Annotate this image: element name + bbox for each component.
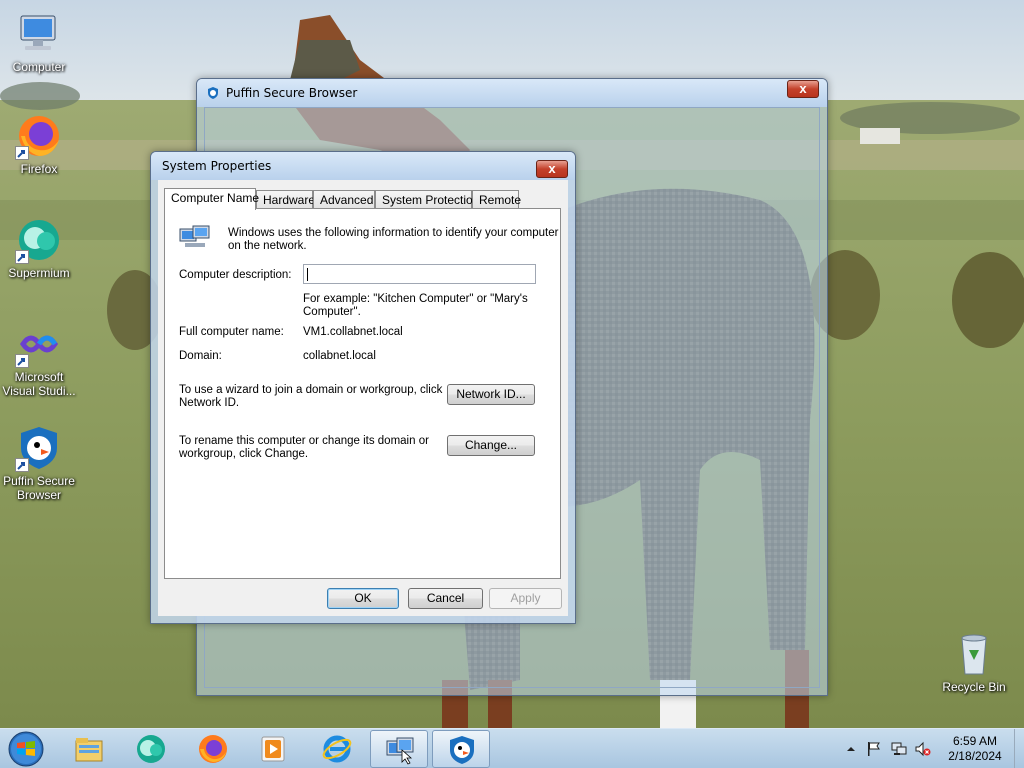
desktop-icon-label: Computer — [12, 60, 66, 74]
desktop-icon-supermium[interactable]: Supermium — [0, 216, 78, 280]
text-caret — [307, 268, 308, 282]
taskbar: 6:59 AM 2/18/2024 — [0, 728, 1024, 768]
example-text-line2: Computer". — [303, 306, 361, 318]
puffin-close-button[interactable]: x — [787, 80, 819, 98]
network-id-button[interactable]: Network ID... — [447, 384, 535, 405]
system-properties-title-bar[interactable]: System Properties x — [151, 152, 575, 180]
puffin-window-title: Puffin Secure Browser — [226, 86, 358, 100]
show-desktop-button[interactable] — [1014, 729, 1024, 768]
wizard-text-line2: Network ID. — [179, 397, 240, 409]
full-computer-name-label: Full computer name: — [179, 326, 284, 338]
action-center-flag-icon[interactable] — [866, 741, 882, 757]
system-properties-window[interactable]: System Properties x Computer Name Hardwa… — [150, 151, 576, 624]
intro-text-line1: Windows uses the following information t… — [228, 227, 559, 239]
supermium-icon — [15, 216, 63, 264]
clock-time: 6:59 AM — [952, 734, 998, 748]
computer-icon — [15, 10, 63, 58]
recycle-bin-icon — [950, 630, 998, 678]
shortcut-arrow-icon — [15, 146, 29, 160]
desktop-icon-puffin[interactable]: Puffin Secure Browser — [0, 424, 78, 502]
tab-advanced[interactable]: Advanced — [313, 190, 375, 209]
domain-value: collabnet.local — [303, 350, 376, 362]
tab-remote[interactable]: Remote — [472, 190, 521, 209]
taskbar-system-properties[interactable] — [370, 730, 428, 768]
windows-logo-icon — [8, 731, 44, 767]
firefox-icon — [15, 112, 63, 160]
system-properties-close-button[interactable]: x — [536, 160, 568, 178]
wizard-text-line1: To use a wizard to join a domain or work… — [179, 384, 443, 396]
supermium-icon — [137, 735, 165, 763]
desktop-icon-label: Firefox — [20, 162, 58, 176]
computer-name-panel: Windows uses the following information t… — [164, 208, 561, 579]
computer-description-input[interactable] — [303, 264, 536, 284]
volume-muted-icon[interactable] — [915, 741, 931, 757]
desktop-icon-label-line1: Puffin Secure — [3, 474, 75, 488]
example-text-line1: For example: "Kitchen Computer" or "Mary… — [303, 293, 528, 305]
clock[interactable]: 6:59 AM 2/18/2024 — [940, 734, 1010, 764]
shortcut-arrow-icon — [15, 250, 29, 264]
puffin-icon — [206, 86, 220, 100]
desktop-icon-computer[interactable]: Computer — [0, 10, 78, 74]
start-button[interactable] — [4, 730, 48, 768]
cancel-button[interactable]: Cancel — [408, 588, 483, 609]
network-computers-icon — [179, 225, 211, 251]
desktop-icon-label-line2: Visual Studi... — [2, 384, 76, 398]
tab-computer-name[interactable]: Computer Name — [164, 188, 259, 210]
system-properties-body: Computer Name Hardware Advanced System P… — [158, 180, 568, 616]
internet-explorer-icon — [322, 735, 352, 763]
full-computer-name-value: VM1.collabnet.local — [303, 326, 403, 338]
puffin-title-bar[interactable]: Puffin Secure Browser x — [197, 79, 827, 107]
shortcut-arrow-icon — [15, 354, 29, 368]
desktop-icon-firefox[interactable]: Firefox — [0, 112, 78, 176]
rename-text-line2: workgroup, click Change. — [179, 448, 309, 460]
rename-text-line1: To rename this computer or change its do… — [179, 435, 429, 447]
puffin-icon — [15, 424, 63, 472]
desktop-icon-recycle-bin[interactable]: Recycle Bin — [935, 630, 1013, 694]
network-icon[interactable] — [891, 741, 907, 757]
shortcut-arrow-icon — [15, 458, 29, 472]
system-properties-icon — [386, 737, 414, 765]
windows-explorer-icon — [75, 738, 103, 762]
puffin-icon — [450, 736, 474, 764]
change-button[interactable]: Change... — [447, 435, 535, 456]
desktop-icon-label: Recycle Bin — [942, 680, 1006, 694]
taskbar-internet-explorer[interactable] — [308, 730, 366, 768]
tab-hardware[interactable]: Hardware — [256, 190, 315, 209]
tab-system-protection[interactable]: System Protection — [375, 190, 479, 209]
taskbar-supermium[interactable] — [122, 730, 180, 768]
taskbar-firefox[interactable] — [184, 730, 242, 768]
desktop-icon-label: Supermium — [8, 266, 70, 280]
desktop-icon-visual-studio[interactable]: Microsoft Visual Studi... — [0, 320, 78, 398]
ok-button[interactable]: OK — [327, 588, 399, 609]
clock-date: 2/18/2024 — [948, 749, 1002, 763]
taskbar-media-player[interactable] — [244, 730, 302, 768]
visual-studio-icon — [15, 320, 63, 368]
desktop-icon-label-line1: Microsoft — [14, 370, 64, 384]
domain-label: Domain: — [179, 350, 222, 362]
show-hidden-icons[interactable] — [843, 741, 859, 757]
computer-description-label: Computer description: — [179, 269, 292, 281]
system-properties-title: System Properties — [162, 159, 272, 173]
apply-button[interactable]: Apply — [489, 588, 562, 609]
taskbar-puffin[interactable] — [432, 730, 490, 768]
firefox-icon — [199, 735, 227, 763]
media-player-icon — [261, 736, 285, 762]
taskbar-windows-explorer[interactable] — [60, 730, 118, 768]
desktop-icon-label-line2: Browser — [16, 488, 61, 502]
intro-text-line2: on the network. — [228, 240, 307, 252]
